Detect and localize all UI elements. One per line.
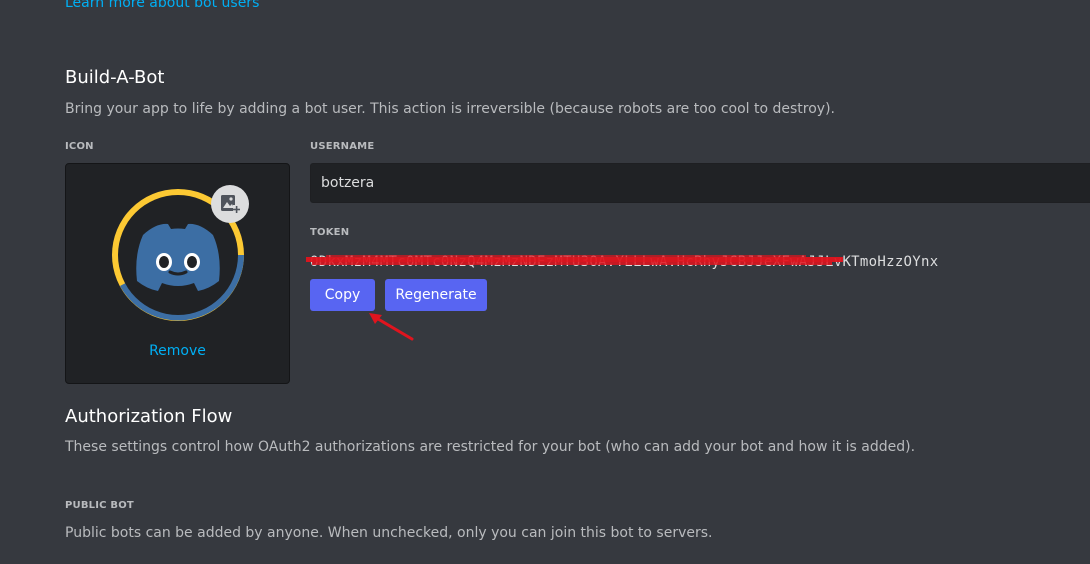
- username-input[interactable]: [310, 163, 1090, 203]
- build-a-bot-description: Bring your app to life by adding a bot u…: [65, 101, 835, 117]
- learn-more-link[interactable]: Learn more about bot users: [65, 0, 259, 11]
- discord-logo-icon: [136, 223, 220, 291]
- icon-label: ICON: [65, 141, 94, 152]
- annotation-arrow: [369, 313, 414, 341]
- username-label: USERNAME: [310, 141, 375, 152]
- bot-icon-uploader[interactable]: Remove: [65, 163, 290, 384]
- regenerate-token-button[interactable]: Regenerate: [385, 279, 487, 311]
- copy-token-button[interactable]: Copy: [310, 279, 375, 311]
- public-bot-label: PUBLIC BOT: [65, 500, 134, 511]
- upload-image-button[interactable]: [211, 185, 249, 223]
- authorization-flow-description: These settings control how OAuth2 author…: [65, 439, 916, 455]
- token-label: TOKEN: [310, 227, 350, 238]
- build-a-bot-title: Build-A-Bot: [65, 67, 165, 88]
- authorization-flow-title: Authorization Flow: [65, 406, 233, 427]
- public-bot-description: Public bots can be added by anyone. When…: [65, 525, 713, 541]
- remove-icon-link[interactable]: Remove: [66, 343, 289, 359]
- upload-image-icon: [221, 195, 240, 214]
- token-value: ODkxMzM4MTc0MTc0NzQ4MzMzNDEzMTU3OA.YLLLw…: [310, 254, 939, 270]
